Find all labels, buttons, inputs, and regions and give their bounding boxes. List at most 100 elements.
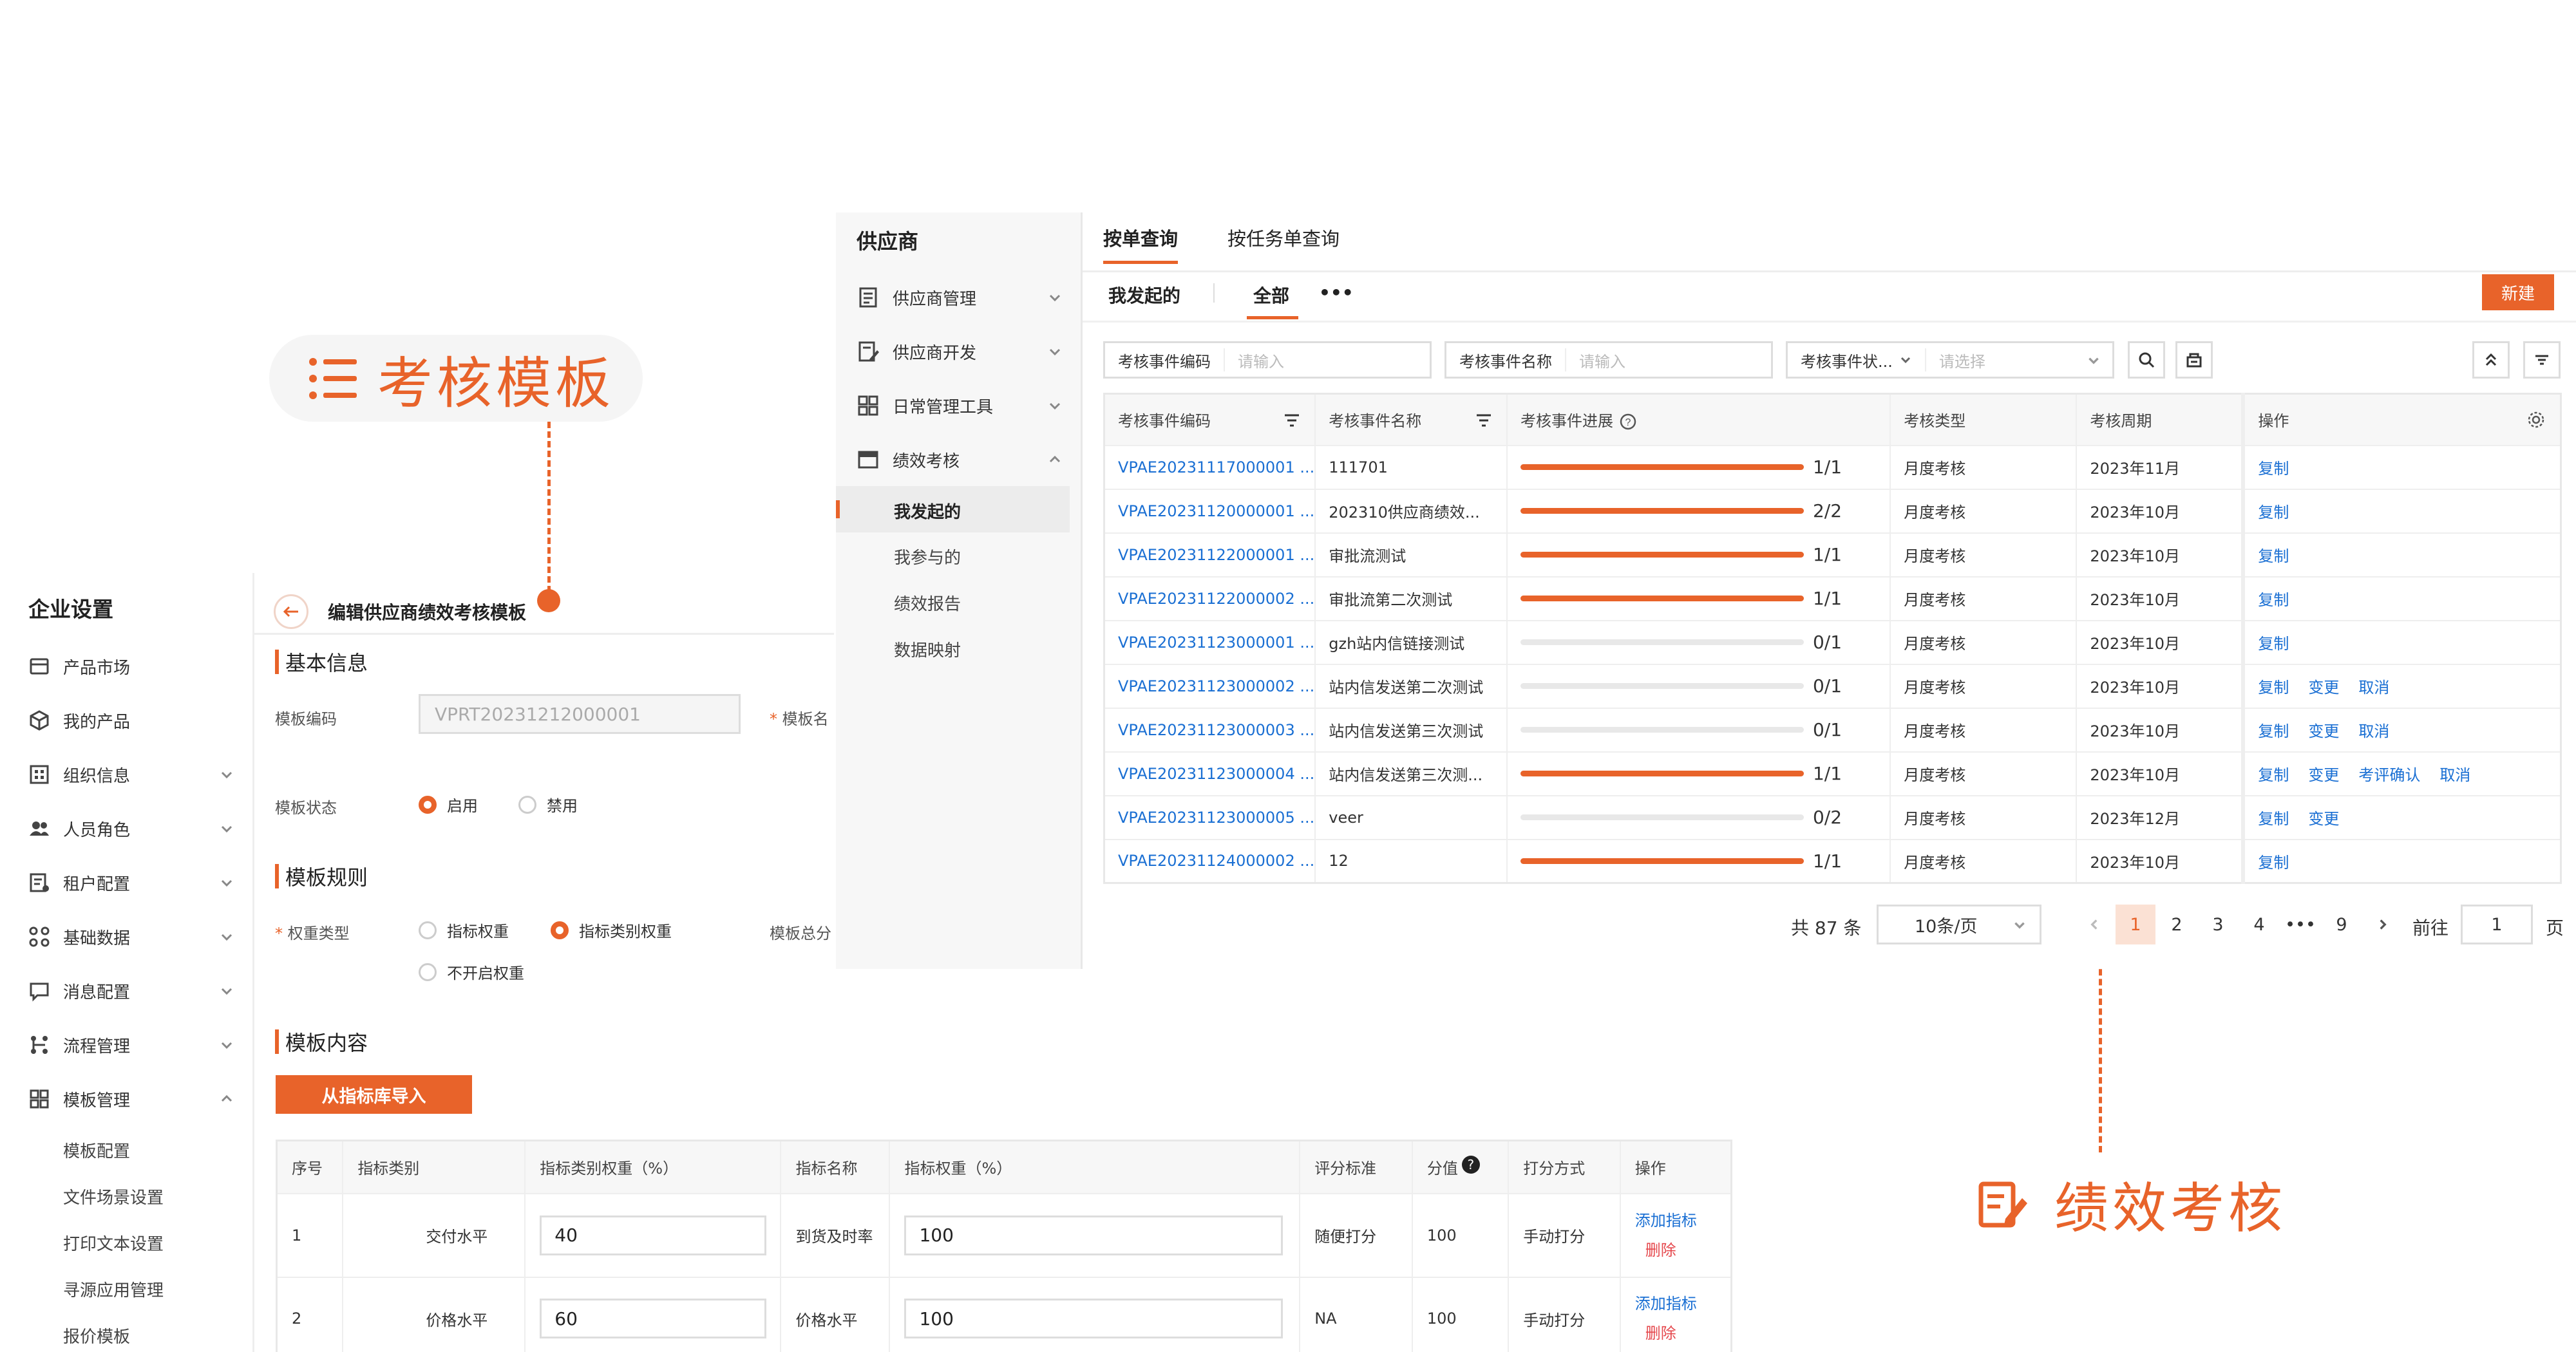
sidebar-item-daily-tools[interactable]: 日常管理工具 <box>857 386 1063 425</box>
sidebar-subitem-data-mapping[interactable]: 数据映射 <box>894 637 961 661</box>
sidebar-item-my-products[interactable]: 我的产品 <box>28 701 234 740</box>
status-disable-radio[interactable]: 禁用 <box>518 793 578 816</box>
page-number-current[interactable]: 1 <box>2116 905 2155 944</box>
action-link[interactable]: 复制 <box>2258 679 2289 697</box>
sidebar-subitem-template-config[interactable]: 模板配置 <box>63 1138 130 1162</box>
page-number[interactable]: 4 <box>2239 905 2279 944</box>
weight-index-radio[interactable]: 指标权重 <box>419 919 509 941</box>
delete-link[interactable]: 删除 <box>1635 1241 1676 1259</box>
performance-callout-connector <box>2099 959 2102 1152</box>
filter-settings-button[interactable] <box>2523 341 2561 379</box>
gear-icon[interactable] <box>2526 410 2546 429</box>
event-code-link[interactable]: VPAE20231123000003 ... <box>1104 708 1316 753</box>
page-number[interactable]: 2 <box>2157 905 2197 944</box>
page-ellipsis[interactable]: ••• <box>2280 905 2320 944</box>
event-code-link[interactable]: VPAE20231123000002 ... <box>1104 664 1316 709</box>
sidebar-subitem-print-text[interactable]: 打印文本设置 <box>63 1231 164 1255</box>
action-link[interactable]: 变更 <box>2308 810 2339 828</box>
sidebar-item-supplier-management[interactable]: 供应商管理 <box>857 278 1063 317</box>
sidebar-subitem-report[interactable]: 绩效报告 <box>894 591 961 615</box>
page-number[interactable]: 3 <box>2198 905 2238 944</box>
action-link[interactable]: 取消 <box>2358 679 2389 697</box>
filter-event-status[interactable]: 考核事件状... 请选择 <box>1786 341 2114 379</box>
sidebar-subitem-sourcing-app[interactable]: 寻源应用管理 <box>63 1277 164 1301</box>
sidebar-item-template-management[interactable]: 模板管理 <box>28 1080 234 1118</box>
action-link[interactable]: 复制 <box>2258 635 2289 653</box>
action-link[interactable]: 复制 <box>2258 460 2289 478</box>
sidebar-item-org-info[interactable]: 组织信息 <box>28 755 234 794</box>
sidebar-item-roles[interactable]: 人员角色 <box>28 809 234 848</box>
action-link[interactable]: 取消 <box>2439 766 2470 784</box>
add-index-link[interactable]: 添加指标 <box>1635 1295 1697 1313</box>
template-code-input[interactable]: VPRT20231212000001 <box>419 694 741 734</box>
tab-query-by-task[interactable]: 按任务单查询 <box>1227 224 1340 251</box>
flow-icon <box>28 1034 50 1056</box>
sidebar-item-supplier-development[interactable]: 供应商开发 <box>857 332 1063 371</box>
prev-page-button[interactable] <box>2074 905 2114 944</box>
event-code-link[interactable]: VPAE20231124000002 ... <box>1104 839 1316 884</box>
action-link[interactable]: 取消 <box>2358 722 2389 740</box>
action-link[interactable]: 复制 <box>2258 591 2289 609</box>
page-size-select[interactable]: 10条/页 <box>1877 905 2041 944</box>
action-link[interactable]: 考评确认 <box>2358 766 2420 784</box>
category-weight-input[interactable]: 40 <box>540 1215 767 1255</box>
sidebar-item-product-market[interactable]: 产品市场 <box>28 647 234 686</box>
add-index-link[interactable]: 添加指标 <box>1635 1212 1697 1230</box>
weight-category-radio[interactable]: 指标类别权重 <box>551 919 672 941</box>
event-code-link[interactable]: VPAE20231117000001 ... <box>1104 445 1316 490</box>
action-link[interactable]: 复制 <box>2258 722 2289 740</box>
filter-icon[interactable] <box>1283 413 1300 428</box>
search-button[interactable] <box>2128 341 2165 379</box>
weight-none-radio[interactable]: 不开启权重 <box>419 961 524 983</box>
score-value: 100 <box>1412 1277 1510 1352</box>
sidebar-item-base-data[interactable]: 基础数据 <box>28 917 234 956</box>
filter-event-code[interactable]: 考核事件编码 请输入 <box>1103 341 1432 379</box>
event-type: 月度考核 <box>1890 445 2078 490</box>
event-code-link[interactable]: VPAE20231120000001 ... <box>1104 489 1316 534</box>
action-link[interactable]: 复制 <box>2258 547 2289 565</box>
collapse-button[interactable] <box>2472 341 2510 379</box>
event-code-link[interactable]: VPAE20231123000001 ... <box>1104 620 1316 665</box>
category-weight-input[interactable]: 60 <box>540 1299 767 1339</box>
event-code-link[interactable]: VPAE20231123000004 ... <box>1104 751 1316 796</box>
index-weight-input[interactable]: 100 <box>904 1215 1283 1255</box>
page-number[interactable]: 9 <box>2322 905 2362 944</box>
help-icon[interactable]: ? <box>1461 1156 1480 1174</box>
sidebar-item-flow-management[interactable]: 流程管理 <box>28 1026 234 1064</box>
status-enable-radio[interactable]: 启用 <box>419 793 478 816</box>
action-link[interactable]: 复制 <box>2258 810 2289 828</box>
action-link[interactable]: 变更 <box>2308 766 2339 784</box>
event-code-link[interactable]: VPAE20231122000002 ... <box>1104 576 1316 621</box>
delete-link[interactable]: 删除 <box>1635 1324 1676 1342</box>
back-button[interactable] <box>274 594 308 629</box>
clear-button[interactable] <box>2175 341 2213 379</box>
tab-query-by-order[interactable]: 按单查询 <box>1103 224 1179 264</box>
event-code-link[interactable]: VPAE20231123000005 ... <box>1104 795 1316 840</box>
tab-all[interactable]: 全部 <box>1247 282 1298 319</box>
filter-event-name[interactable]: 考核事件名称 请输入 <box>1444 341 1773 379</box>
row-actions: 复制 <box>2241 532 2562 577</box>
new-button[interactable]: 新建 <box>2482 274 2554 310</box>
action-link[interactable]: 复制 <box>2258 766 2289 784</box>
action-link[interactable]: 复制 <box>2258 854 2289 872</box>
sidebar-item-tenant-config[interactable]: 租户配置 <box>28 863 234 902</box>
sidebar-subitem-quote-template[interactable]: 报价模板 <box>63 1324 130 1347</box>
sidebar-subitem-file-scene[interactable]: 文件场景设置 <box>63 1185 164 1208</box>
action-link[interactable]: 变更 <box>2308 722 2339 740</box>
more-tabs-button[interactable]: ••• <box>1319 282 1354 303</box>
tab-initiated[interactable]: 我发起的 <box>1108 282 1180 308</box>
action-link[interactable]: 复制 <box>2258 503 2289 521</box>
next-page-button[interactable] <box>2363 905 2403 944</box>
import-from-library-button[interactable]: 从指标库导入 <box>276 1075 472 1114</box>
sidebar-item-performance[interactable]: 绩效考核 <box>857 440 1063 479</box>
sidebar-item-message-config[interactable]: 消息配置 <box>28 972 234 1010</box>
sidebar-subitem-participated[interactable]: 我参与的 <box>894 545 961 568</box>
goto-label: 前往 <box>2412 917 2449 939</box>
filter-icon[interactable] <box>1475 413 1492 428</box>
sidebar-subitem-initiated-active[interactable]: 我发起的 <box>836 486 1070 532</box>
goto-page-input[interactable]: 1 <box>2461 905 2533 944</box>
help-circle-icon[interactable]: ? <box>1620 413 1636 430</box>
index-weight-input[interactable]: 100 <box>904 1299 1283 1339</box>
event-code-link[interactable]: VPAE20231122000001 ... <box>1104 532 1316 577</box>
action-link[interactable]: 变更 <box>2308 679 2339 697</box>
